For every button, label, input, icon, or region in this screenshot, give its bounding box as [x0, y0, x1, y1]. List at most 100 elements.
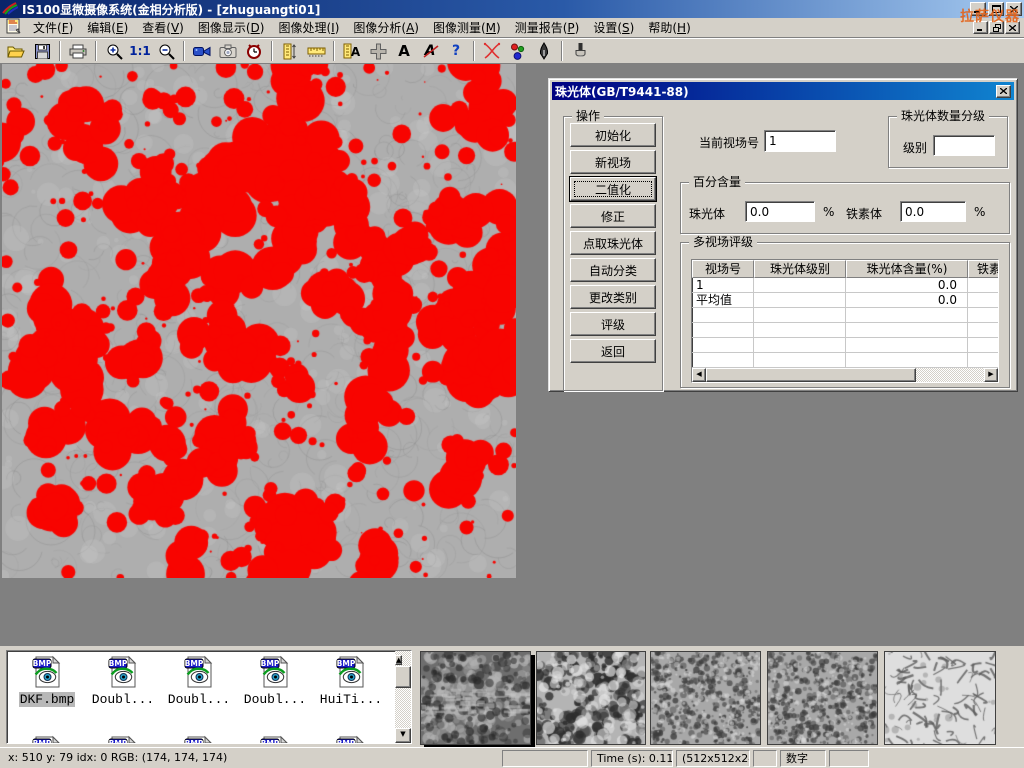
- table-cell: [692, 338, 754, 353]
- table-header-1[interactable]: 珠光体级别: [754, 260, 846, 278]
- multi-field-table[interactable]: 视场号珠光体级别珠光体含量(%)铁素体含量(%)10.0平均值0.0 ◀ ▶: [691, 259, 999, 383]
- scroll-down-icon[interactable]: ▼: [395, 728, 411, 743]
- table-header-row: 视场号珠光体级别珠光体含量(%)铁素体含量(%): [692, 260, 999, 278]
- table-row[interactable]: [692, 338, 999, 353]
- scroll-left-icon[interactable]: ◀: [692, 368, 706, 382]
- file-item-partial-2[interactable]: BMP: [87, 735, 159, 744]
- menu-item-e[interactable]: 编辑(E): [80, 17, 135, 38]
- dialog-title-bar[interactable]: 珠光体(GB/T9441-88): [552, 82, 1014, 100]
- status-bar: x: 510 y: 79 idx: 0 RGB: (174, 174, 174)…: [0, 747, 1024, 768]
- table-row[interactable]: [692, 353, 999, 368]
- caliper-icon[interactable]: [277, 40, 303, 62]
- file-item-partial-4[interactable]: BMP: [239, 735, 311, 744]
- menu-item-f[interactable]: 文件(F): [26, 17, 80, 38]
- menu-item-m[interactable]: 图像测量(M): [426, 17, 508, 38]
- file-item-2[interactable]: BMPDoubl...: [87, 655, 159, 707]
- scroll-right-icon[interactable]: ▶: [984, 368, 998, 382]
- close-button[interactable]: [1006, 2, 1022, 16]
- table-row[interactable]: 平均值0.0: [692, 293, 999, 308]
- menu-item-s[interactable]: 设置(S): [586, 17, 641, 38]
- file-item-3[interactable]: BMPDoubl...: [163, 655, 235, 707]
- timer-icon[interactable]: [241, 40, 267, 62]
- file-item-4[interactable]: BMPDoubl...: [239, 655, 311, 707]
- scroll-up-icon[interactable]: ▲: [395, 655, 402, 665]
- pen-icon[interactable]: [531, 40, 557, 62]
- thumbnail-1[interactable]: [420, 651, 531, 745]
- grade-level-input[interactable]: [933, 135, 995, 156]
- dialog-close-button[interactable]: [996, 85, 1011, 98]
- menu-item-v[interactable]: 查看(V): [135, 17, 191, 38]
- bmp-file-icon: BMP: [315, 655, 387, 692]
- file-scrollbar-thumb[interactable]: [395, 666, 411, 688]
- file-browser[interactable]: BMPDKF.bmpBMPDoubl...BMPDoubl...BMPDoubl…: [6, 650, 412, 744]
- bmp-file-icon: BMP: [11, 655, 83, 692]
- minimize-button[interactable]: [970, 2, 986, 16]
- open-icon[interactable]: [3, 40, 29, 62]
- micrograph-image[interactable]: [2, 64, 516, 578]
- measure-text-icon[interactable]: A: [339, 40, 365, 62]
- table-header-2[interactable]: 珠光体含量(%): [846, 260, 968, 278]
- table-row[interactable]: [692, 308, 999, 323]
- curve-cut-icon[interactable]: [479, 40, 505, 62]
- title-bar[interactable]: IS100显微摄像系统(金相分析版) - [zhuguangti01] 拉萨仪器: [0, 0, 1024, 18]
- ferrite-percent-input[interactable]: [900, 201, 966, 222]
- child-minimize-button[interactable]: [973, 21, 988, 34]
- svg-text:BMP: BMP: [185, 659, 204, 668]
- operation-button-9[interactable]: 返回: [570, 339, 656, 363]
- scrollbar-thumb[interactable]: [706, 368, 916, 382]
- operation-button-6[interactable]: 自动分类: [570, 258, 656, 282]
- current-field-input[interactable]: [764, 130, 836, 152]
- table-row[interactable]: [692, 323, 999, 338]
- file-item-5[interactable]: BMPHuiTi...: [315, 655, 387, 707]
- save-icon[interactable]: [29, 40, 55, 62]
- menu-item-a[interactable]: 图像分析(A): [346, 17, 426, 38]
- file-item-1[interactable]: BMPDKF.bmp: [11, 655, 83, 707]
- operation-button-3[interactable]: 二值化: [570, 177, 656, 201]
- maximize-button[interactable]: [988, 2, 1004, 16]
- table-row[interactable]: 10.0: [692, 278, 999, 293]
- operation-button-2[interactable]: 新视场: [570, 150, 656, 174]
- thumbnail-2[interactable]: [536, 651, 646, 745]
- child-restore-button[interactable]: [989, 21, 1004, 34]
- document-icon[interactable]: [6, 18, 22, 37]
- pearlite-percent-input[interactable]: [745, 201, 815, 222]
- ruler-icon[interactable]: [303, 40, 329, 62]
- camera-icon[interactable]: [215, 40, 241, 62]
- table-header-0[interactable]: 视场号: [692, 260, 754, 278]
- help-icon[interactable]: ?: [443, 40, 469, 62]
- menu-item-d[interactable]: 图像显示(D): [191, 17, 272, 38]
- zoom-in-icon[interactable]: [101, 40, 127, 62]
- brush-icon[interactable]: [567, 40, 593, 62]
- print-icon[interactable]: [65, 40, 91, 62]
- operation-button-5[interactable]: 点取珠光体: [570, 231, 656, 255]
- file-item-partial-1[interactable]: BMP: [11, 735, 83, 744]
- operation-button-1[interactable]: 初始化: [570, 123, 656, 147]
- thumbnail-5[interactable]: [884, 651, 996, 745]
- file-item-partial-5[interactable]: BMP: [315, 735, 387, 744]
- actual-size-icon[interactable]: 1:1: [127, 40, 153, 62]
- thumbnail-3[interactable]: [650, 651, 761, 745]
- file-vertical-scrollbar[interactable]: ▲ ▼: [395, 651, 411, 743]
- menu-item-h[interactable]: 帮助(H): [641, 17, 697, 38]
- operation-button-8[interactable]: 评级: [570, 312, 656, 336]
- operation-button-7[interactable]: 更改类别: [570, 285, 656, 309]
- menu-item-i[interactable]: 图像处理(I): [271, 17, 346, 38]
- text-icon[interactable]: A: [391, 40, 417, 62]
- scrollbar-track[interactable]: [916, 368, 984, 382]
- move-cross-icon[interactable]: [365, 40, 391, 62]
- thumbnail-4[interactable]: [767, 651, 878, 745]
- file-item-partial-3[interactable]: BMP: [163, 735, 235, 744]
- child-close-button[interactable]: [1005, 21, 1020, 34]
- menu-item-text: ): [69, 21, 74, 35]
- markers-icon[interactable]: [505, 40, 531, 62]
- zoom-out-icon[interactable]: [153, 40, 179, 62]
- table-horizontal-scrollbar[interactable]: ◀ ▶: [692, 368, 998, 382]
- status-panel-empty-1: [502, 750, 588, 767]
- menu-item-p[interactable]: 测量报告(P): [508, 17, 587, 38]
- operation-button-4[interactable]: 修正: [570, 204, 656, 228]
- table-header-3[interactable]: 铁素体含量(%): [968, 260, 999, 278]
- table-cell: [754, 338, 846, 353]
- annotate-icon[interactable]: A: [417, 40, 443, 62]
- menu-item-text: 图像测量(: [433, 21, 486, 35]
- video-camera-icon[interactable]: [189, 40, 215, 62]
